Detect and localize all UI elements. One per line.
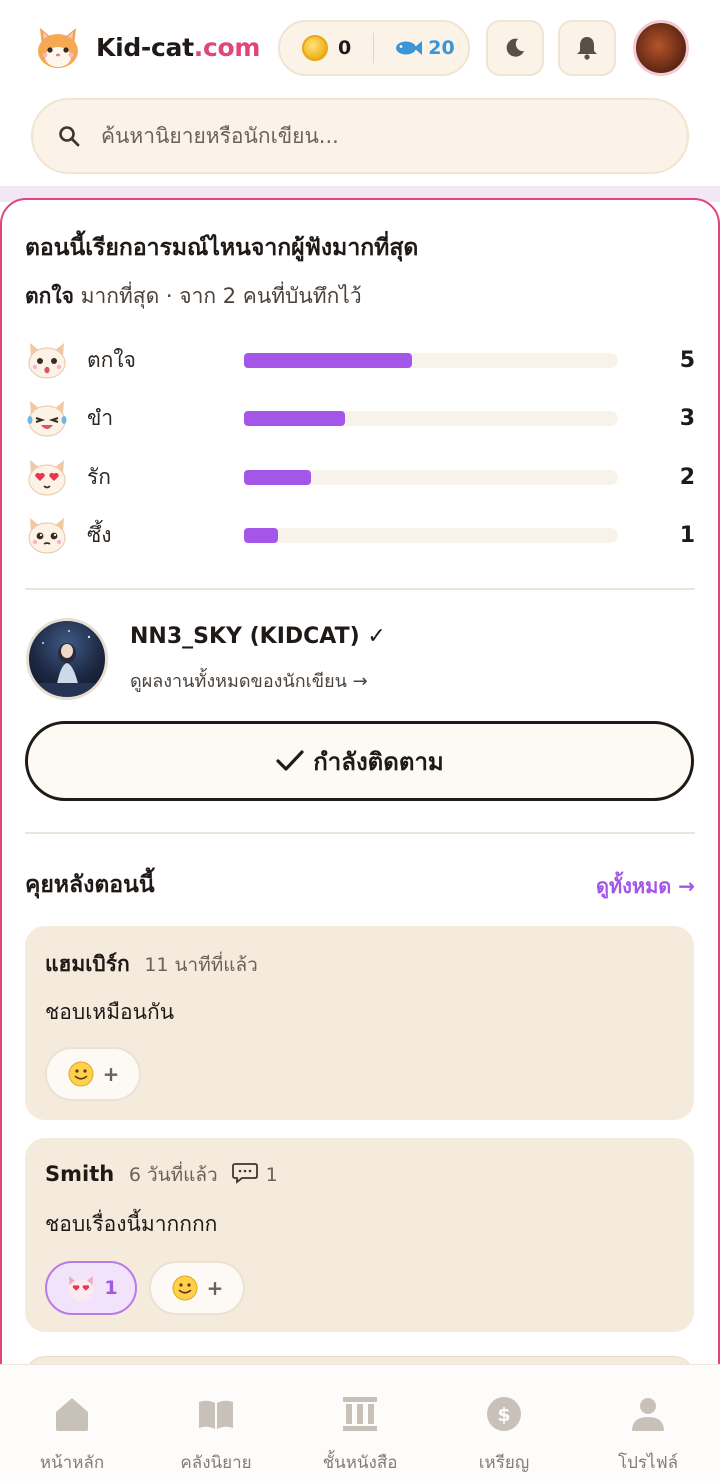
coin-balance: 0 [338,37,352,59]
following-label: กำลังติดตาม [313,747,444,776]
comment-author: Smith 6 วันที่แล้ว 1 [45,1162,278,1186]
emotion-label: ขำ [87,405,114,430]
author-avatar[interactable] [26,618,108,700]
author-works-link[interactable]: ดูผลงานทั้งหมดของนักเขียน → [130,666,368,695]
emotion-bar-fill [244,353,413,368]
smiley-icon [68,1061,94,1087]
see-all-comments-link[interactable]: ดูทั้งหมด → [596,870,695,902]
comment-time: 11 นาทีที่แล้ว [144,954,258,976]
nav-coins[interactable]: $ เหรียญ [432,1365,576,1481]
top-header: Kid-cat.com 0 20 [0,0,720,200]
svg-text:$: $ [497,1404,510,1426]
fish-balance: 20 [428,37,455,59]
nav-profile[interactable]: โปรไฟล์ [576,1365,720,1481]
section-divider [25,588,695,590]
emotion-row-touched: ซึ้ง 1 [25,513,695,557]
emotion-title: ตอนนี้เรียกอารมณ์ไหนจากผู้ฟังมากที่สุด [25,235,419,261]
emotion-bar-fill [244,528,278,543]
bell-icon [577,37,597,60]
home-icon [56,1398,88,1431]
reply-count: 1 [265,1164,278,1186]
laughing-cat-icon [27,401,67,437]
love-reaction-button[interactable]: 1 [45,1261,137,1315]
add-reaction-button[interactable]: + [45,1047,141,1101]
verified-check-icon: ✓ [367,624,386,649]
profile-icon [632,1398,664,1431]
smiley-icon [172,1275,198,1301]
section-divider [25,832,695,834]
nav-bookshelf[interactable]: ชั้นหนังสือ [288,1365,432,1481]
nav-library[interactable]: คลังนิยาย [144,1365,288,1481]
brand-name: Kid-cat.com [96,32,261,62]
emotion-bar-track [244,353,618,368]
surprised-cat-icon [28,343,66,379]
emotion-summary: ตกใจ มากที่สุด · จาก 2 คนที่บันทึกไว้ [25,284,362,308]
emotion-count: 1 [679,522,695,548]
comments-section-title: คุยหลังตอนนี้ [25,872,155,898]
comment-card: แฮมเบิร์ก 11 นาทีที่แล้ว ชอบเหมือนกัน + [25,926,694,1120]
cat-logo-icon [38,28,78,68]
check-icon [276,750,304,771]
emotion-count: 5 [679,347,695,373]
coin-icon: $ [487,1397,521,1431]
bottom-navigation: หน้าหลัก คลังนิยาย ชั้นหนังสือ $ เหรียญ … [0,1364,720,1481]
comment-text: ชอบเรื่องนี้มากกกก [45,1212,218,1236]
fish-icon [396,41,423,55]
coin-icon [302,35,328,61]
user-avatar[interactable] [633,20,689,76]
add-reaction-button[interactable]: + [149,1261,245,1315]
emotion-label: ตกใจ [87,347,136,372]
currency-pill[interactable]: 0 20 [278,20,470,76]
book-icon [199,1400,233,1429]
emotion-bar-track [244,470,618,485]
emotion-bar-fill [244,470,312,485]
speech-bubble-icon [232,1163,259,1184]
moon-icon [506,38,524,57]
author-name[interactable]: NN3_SKY (KIDCAT) ✓ [130,624,386,649]
emotion-label: ซึ้ง [87,522,112,547]
touched-cat-icon [28,518,66,554]
comment-text: ชอบเหมือนกัน [45,1000,175,1024]
shelf-icon [343,1397,377,1431]
nav-home[interactable]: หน้าหลัก [0,1365,144,1481]
emotion-bar-track [244,528,618,543]
search-icon [59,126,80,147]
emotion-row-love: รัก 2 [25,455,695,499]
emotion-row-surprised: ตกใจ 5 [25,338,695,382]
search-input[interactable] [101,124,661,148]
notifications-button[interactable] [558,20,616,76]
heart-eyes-cat-icon [68,1276,94,1301]
search-bar[interactable] [31,98,689,174]
emotion-bar-fill [244,411,345,426]
brand-logo[interactable]: Kid-cat.com [34,24,260,70]
emotion-row-funny: ขำ 3 [25,396,695,440]
emotion-count: 3 [679,405,695,431]
heart-eyes-cat-icon [28,460,66,496]
currency-divider [373,33,375,63]
emotion-label: รัก [87,464,111,489]
following-button[interactable]: กำลังติดตาม [25,721,694,801]
comment-author: แฮมเบิร์ก 11 นาทีที่แล้ว [45,952,258,976]
love-count: 1 [104,1277,118,1299]
dark-mode-button[interactable] [486,20,544,76]
emotion-count: 2 [679,464,695,490]
emotion-bar-track [244,411,618,426]
comment-card: Smith 6 วันที่แล้ว 1 ชอบเรื่องนี้มากกกก … [25,1138,694,1332]
comment-time: 6 วันที่แล้ว [128,1164,218,1186]
